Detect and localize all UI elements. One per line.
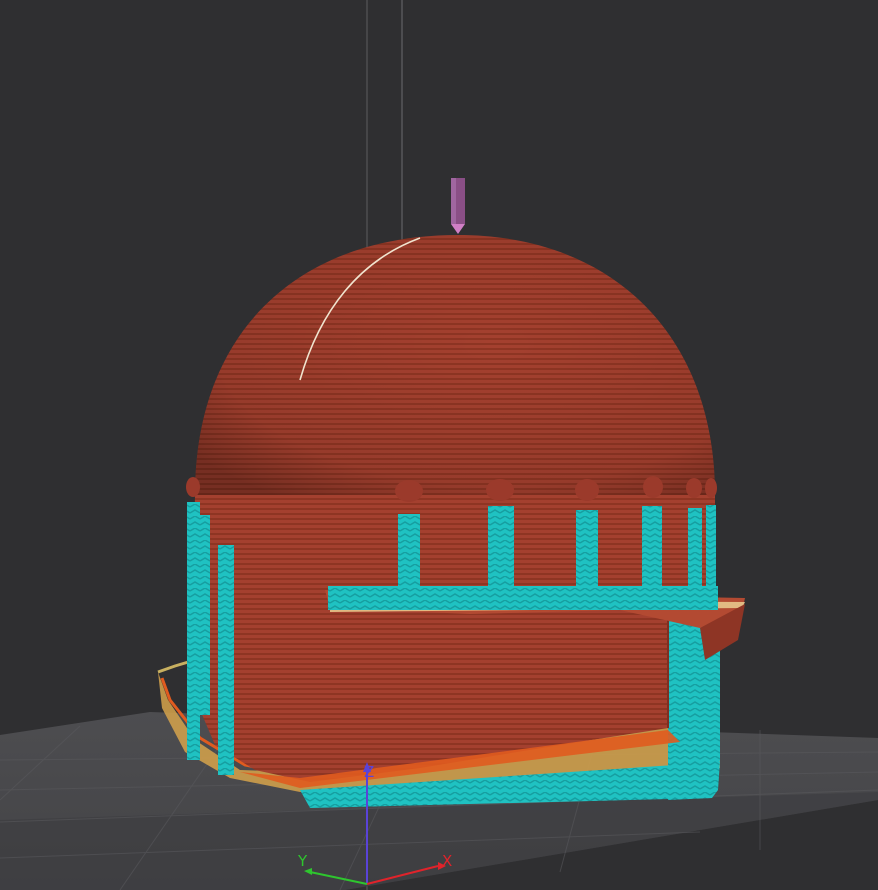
slice-preview-scene[interactable]: X Y Z — [0, 0, 878, 890]
model-dome — [195, 235, 715, 495]
nozzle-marker-icon — [451, 178, 465, 234]
3d-viewport[interactable]: X Y Z — [0, 0, 878, 890]
y-axis-label: Y — [297, 852, 308, 870]
x-axis-label: X — [442, 852, 452, 870]
z-axis-label: Z — [364, 763, 374, 781]
